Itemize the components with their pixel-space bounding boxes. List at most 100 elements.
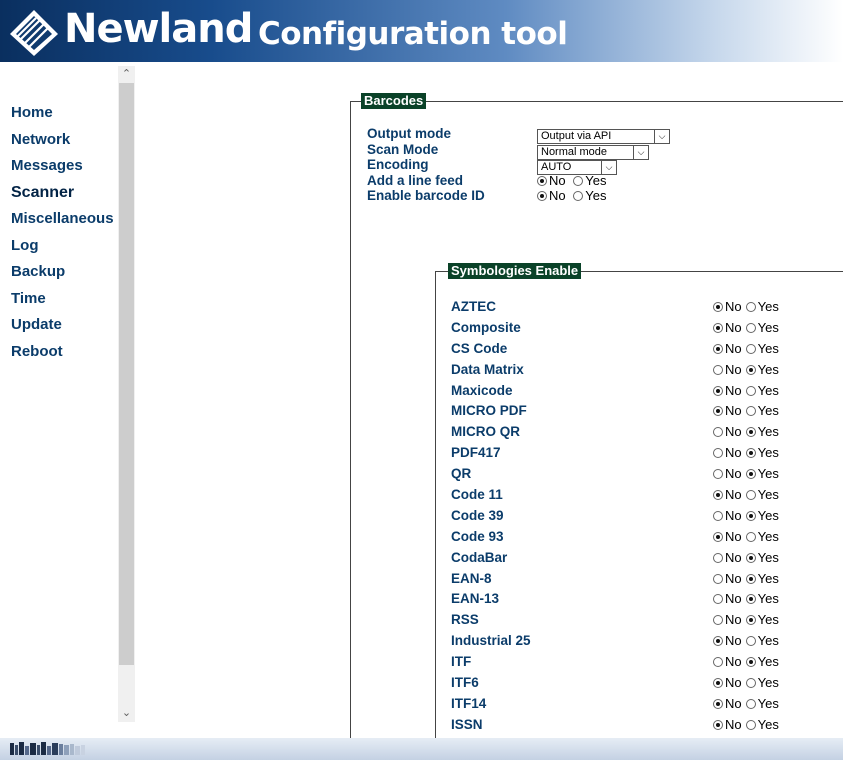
- symbology-ean-13-yes[interactable]: Yes: [745, 590, 779, 608]
- symbology-ean-8-yes[interactable]: Yes: [745, 570, 779, 588]
- nav-item-network[interactable]: Network: [11, 127, 123, 154]
- symbology-issn-no[interactable]: No: [713, 716, 742, 734]
- symbology-cs-code-no[interactable]: No: [713, 340, 742, 358]
- radio-unchecked-icon[interactable]: [745, 636, 756, 647]
- symbology-industrial-25-no[interactable]: No: [713, 632, 742, 650]
- symbology-micro-qr-no[interactable]: No: [713, 423, 742, 441]
- symbology-micro-pdf-no[interactable]: No: [713, 402, 742, 420]
- symbology-maxicode-no[interactable]: No: [713, 382, 742, 400]
- radio-checked-icon[interactable]: [745, 448, 756, 459]
- radio-unchecked-icon[interactable]: [573, 191, 584, 201]
- symbology-itf-yes[interactable]: Yes: [745, 653, 779, 671]
- radio-checked-icon[interactable]: [713, 490, 723, 501]
- nav-item-home[interactable]: Home: [11, 100, 123, 127]
- symbology-aztec-yes[interactable]: Yes: [745, 298, 779, 316]
- symbology-itf-no[interactable]: No: [713, 653, 742, 671]
- radio-unchecked-icon[interactable]: [713, 427, 723, 438]
- scroll-thumb[interactable]: [119, 83, 134, 665]
- symbology-qr-no[interactable]: No: [713, 465, 742, 483]
- radio-checked-icon[interactable]: [713, 678, 723, 689]
- radio-unchecked-icon[interactable]: [745, 698, 756, 709]
- radio-unchecked-icon[interactable]: [745, 406, 756, 417]
- symbology-code-93-yes[interactable]: Yes: [745, 528, 779, 546]
- scroll-up-icon[interactable]: ⌃: [118, 66, 135, 83]
- radio-unchecked-icon[interactable]: [745, 385, 756, 396]
- symbology-code-39-no[interactable]: No: [713, 507, 742, 525]
- nav-scrollbar[interactable]: ⌃ ⌄: [118, 66, 135, 722]
- radio-checked-icon[interactable]: [713, 636, 723, 647]
- radio-checked-icon[interactable]: [745, 427, 756, 438]
- radio-unchecked-icon[interactable]: [713, 552, 723, 563]
- radio-unchecked-icon[interactable]: [745, 343, 756, 354]
- symbology-code-93-no[interactable]: No: [713, 528, 742, 546]
- radio-checked-icon[interactable]: [713, 385, 723, 396]
- radio-checked-icon[interactable]: [713, 698, 723, 709]
- symbology-itf6-yes[interactable]: Yes: [745, 674, 779, 692]
- radio-unchecked-icon[interactable]: [713, 448, 723, 459]
- symbology-qr-yes[interactable]: Yes: [745, 465, 779, 483]
- radio-unchecked-icon[interactable]: [745, 322, 756, 333]
- symbology-rss-no[interactable]: No: [713, 611, 742, 629]
- symbology-rss-yes[interactable]: Yes: [745, 611, 779, 629]
- radio-checked-icon[interactable]: [713, 343, 723, 354]
- radio-checked-icon[interactable]: [745, 573, 756, 584]
- radio-checked-icon[interactable]: [745, 552, 756, 563]
- radio-checked-icon[interactable]: [713, 302, 723, 312]
- nav-item-scanner[interactable]: Scanner: [11, 180, 123, 207]
- nav-item-backup[interactable]: Backup: [11, 259, 123, 286]
- radio-checked-icon[interactable]: [745, 364, 756, 375]
- radio-checked-icon[interactable]: [713, 406, 723, 417]
- symbology-pdf417-no[interactable]: No: [713, 444, 742, 462]
- radio-unchecked-icon[interactable]: [745, 678, 756, 689]
- radio-checked-icon[interactable]: [713, 719, 723, 730]
- radio-unchecked-icon[interactable]: [745, 531, 756, 542]
- symbology-code-11-yes[interactable]: Yes: [745, 486, 779, 504]
- symbology-composite-no[interactable]: No: [713, 319, 742, 337]
- radio-checked-icon[interactable]: [537, 191, 547, 201]
- symbology-data-matrix-no[interactable]: No: [713, 361, 742, 379]
- symbology-issn-yes[interactable]: Yes: [745, 716, 779, 734]
- radio-unchecked-icon[interactable]: [745, 719, 756, 730]
- symbology-itf6-no[interactable]: No: [713, 674, 742, 692]
- symbology-cs-code-yes[interactable]: Yes: [745, 340, 779, 358]
- symbology-composite-yes[interactable]: Yes: [745, 319, 779, 337]
- radio-checked-icon[interactable]: [713, 322, 723, 333]
- scroll-down-icon[interactable]: ⌄: [118, 705, 135, 722]
- nav-item-miscellaneous[interactable]: Miscellaneous: [11, 206, 123, 233]
- symbology-codabar-no[interactable]: No: [713, 549, 742, 567]
- barcode-id-no[interactable]: No: [537, 188, 566, 204]
- nav-item-log[interactable]: Log: [11, 233, 123, 260]
- symbology-maxicode-yes[interactable]: Yes: [745, 382, 779, 400]
- radio-unchecked-icon[interactable]: [713, 573, 723, 584]
- symbology-code-11-no[interactable]: No: [713, 486, 742, 504]
- symbology-data-matrix-yes[interactable]: Yes: [745, 361, 779, 379]
- radio-checked-icon[interactable]: [745, 657, 756, 668]
- radio-unchecked-icon[interactable]: [745, 490, 756, 501]
- radio-unchecked-icon[interactable]: [713, 657, 723, 668]
- symbology-ean-13-no[interactable]: No: [713, 590, 742, 608]
- radio-checked-icon[interactable]: [745, 510, 756, 521]
- radio-unchecked-icon[interactable]: [573, 175, 584, 186]
- radio-unchecked-icon[interactable]: [713, 615, 723, 626]
- nav-item-messages[interactable]: Messages: [11, 153, 123, 180]
- symbology-itf14-no[interactable]: No: [713, 695, 742, 713]
- barcode-id-yes[interactable]: Yes: [573, 188, 606, 204]
- radio-unchecked-icon[interactable]: [713, 594, 723, 605]
- line-feed-no[interactable]: No: [537, 173, 566, 189]
- radio-unchecked-icon[interactable]: [713, 469, 723, 480]
- symbology-pdf417-yes[interactable]: Yes: [745, 444, 779, 462]
- symbology-industrial-25-yes[interactable]: Yes: [745, 632, 779, 650]
- radio-checked-icon[interactable]: [745, 594, 756, 605]
- line-feed-yes[interactable]: Yes: [573, 173, 606, 189]
- radio-unchecked-icon[interactable]: [713, 510, 723, 521]
- symbology-itf14-yes[interactable]: Yes: [745, 695, 779, 713]
- symbology-micro-qr-yes[interactable]: Yes: [745, 423, 779, 441]
- symbology-code-39-yes[interactable]: Yes: [745, 507, 779, 525]
- symbology-codabar-yes[interactable]: Yes: [745, 549, 779, 567]
- radio-unchecked-icon[interactable]: [745, 302, 756, 312]
- nav-item-reboot[interactable]: Reboot: [11, 339, 123, 366]
- symbology-aztec-no[interactable]: No: [713, 298, 742, 316]
- radio-checked-icon[interactable]: [537, 175, 547, 186]
- symbology-micro-pdf-yes[interactable]: Yes: [745, 402, 779, 420]
- nav-item-update[interactable]: Update: [11, 312, 123, 339]
